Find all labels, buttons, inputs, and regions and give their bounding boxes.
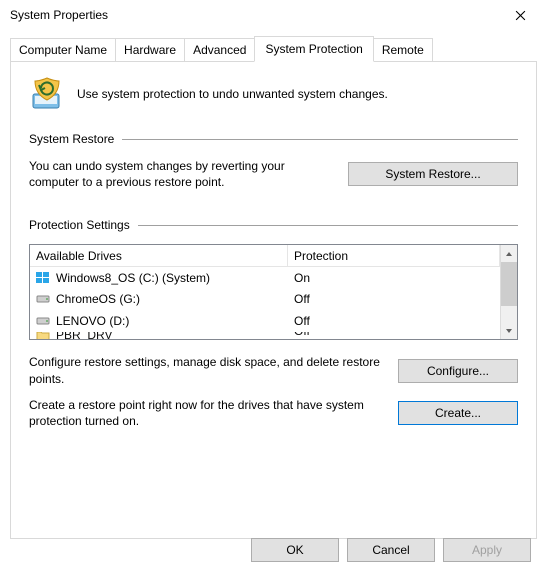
scroll-up-button[interactable] — [501, 245, 517, 262]
drive-status: Off — [288, 292, 500, 306]
tab-advanced[interactable]: Advanced — [184, 38, 255, 62]
drives-scrollbar[interactable] — [500, 245, 517, 339]
column-header-drives[interactable]: Available Drives — [30, 245, 288, 266]
system-restore-section: System Restore You can undo system chang… — [29, 132, 518, 190]
protection-settings-heading: Protection Settings — [29, 218, 130, 232]
protection-settings-section: Protection Settings Available Drives Pro… — [29, 218, 518, 429]
close-icon — [515, 10, 526, 21]
drive-row[interactable]: ChromeOS (G:) Off — [30, 288, 500, 310]
create-text: Create a restore point right now for the… — [29, 397, 384, 429]
intro-text: Use system protection to undo unwanted s… — [77, 87, 388, 101]
drives-header-row: Available Drives Protection — [30, 245, 500, 267]
tab-computer-name[interactable]: Computer Name — [10, 38, 116, 62]
cancel-button[interactable]: Cancel — [347, 538, 435, 562]
ok-button[interactable]: OK — [251, 538, 339, 562]
tab-hardware[interactable]: Hardware — [115, 38, 185, 62]
tab-strip: Computer Name Hardware Advanced System P… — [10, 38, 537, 62]
dialog-footer: OK Cancel Apply — [0, 527, 547, 571]
drive-row[interactable]: Windows8_OS (C:) (System) On — [30, 267, 500, 289]
drive-status: Off — [288, 314, 500, 328]
drive-name: PBR_DRV — [56, 332, 112, 340]
close-button[interactable] — [498, 1, 543, 29]
drive-name: ChromeOS (G:) — [56, 292, 140, 306]
scroll-down-button[interactable] — [501, 322, 517, 339]
divider — [122, 139, 518, 140]
drive-name: LENOVO (D:) — [56, 314, 129, 328]
windows-drive-icon — [36, 272, 50, 284]
drive-row[interactable]: LENOVO (D:) Off — [30, 310, 500, 332]
configure-button[interactable]: Configure... — [398, 359, 518, 383]
hdd-icon — [36, 293, 50, 305]
intro-row: Use system protection to undo unwanted s… — [29, 76, 518, 112]
apply-button[interactable]: Apply — [443, 538, 531, 562]
divider — [138, 225, 518, 226]
scroll-thumb[interactable] — [501, 262, 517, 306]
titlebar: System Properties — [0, 0, 547, 30]
drive-name: Windows8_OS (C:) (System) — [56, 271, 210, 285]
drive-status: On — [288, 271, 500, 285]
system-protection-icon — [29, 76, 65, 112]
drives-listbox[interactable]: Available Drives Protection Windows8_OS … — [29, 244, 518, 340]
drive-status: Off — [288, 332, 500, 340]
system-protection-panel: Use system protection to undo unwanted s… — [10, 61, 537, 539]
system-restore-heading: System Restore — [29, 132, 114, 146]
folder-icon — [36, 332, 50, 340]
tab-system-protection[interactable]: System Protection — [254, 36, 373, 62]
drive-row[interactable]: PBR_DRV Off — [30, 332, 500, 340]
column-header-protection[interactable]: Protection — [288, 245, 500, 266]
system-restore-text: You can undo system changes by reverting… — [29, 158, 334, 190]
hdd-icon — [36, 315, 50, 327]
system-restore-button[interactable]: System Restore... — [348, 162, 518, 186]
tab-remote[interactable]: Remote — [373, 38, 433, 62]
configure-text: Configure restore settings, manage disk … — [29, 354, 384, 386]
window-title: System Properties — [10, 8, 108, 22]
create-button[interactable]: Create... — [398, 401, 518, 425]
